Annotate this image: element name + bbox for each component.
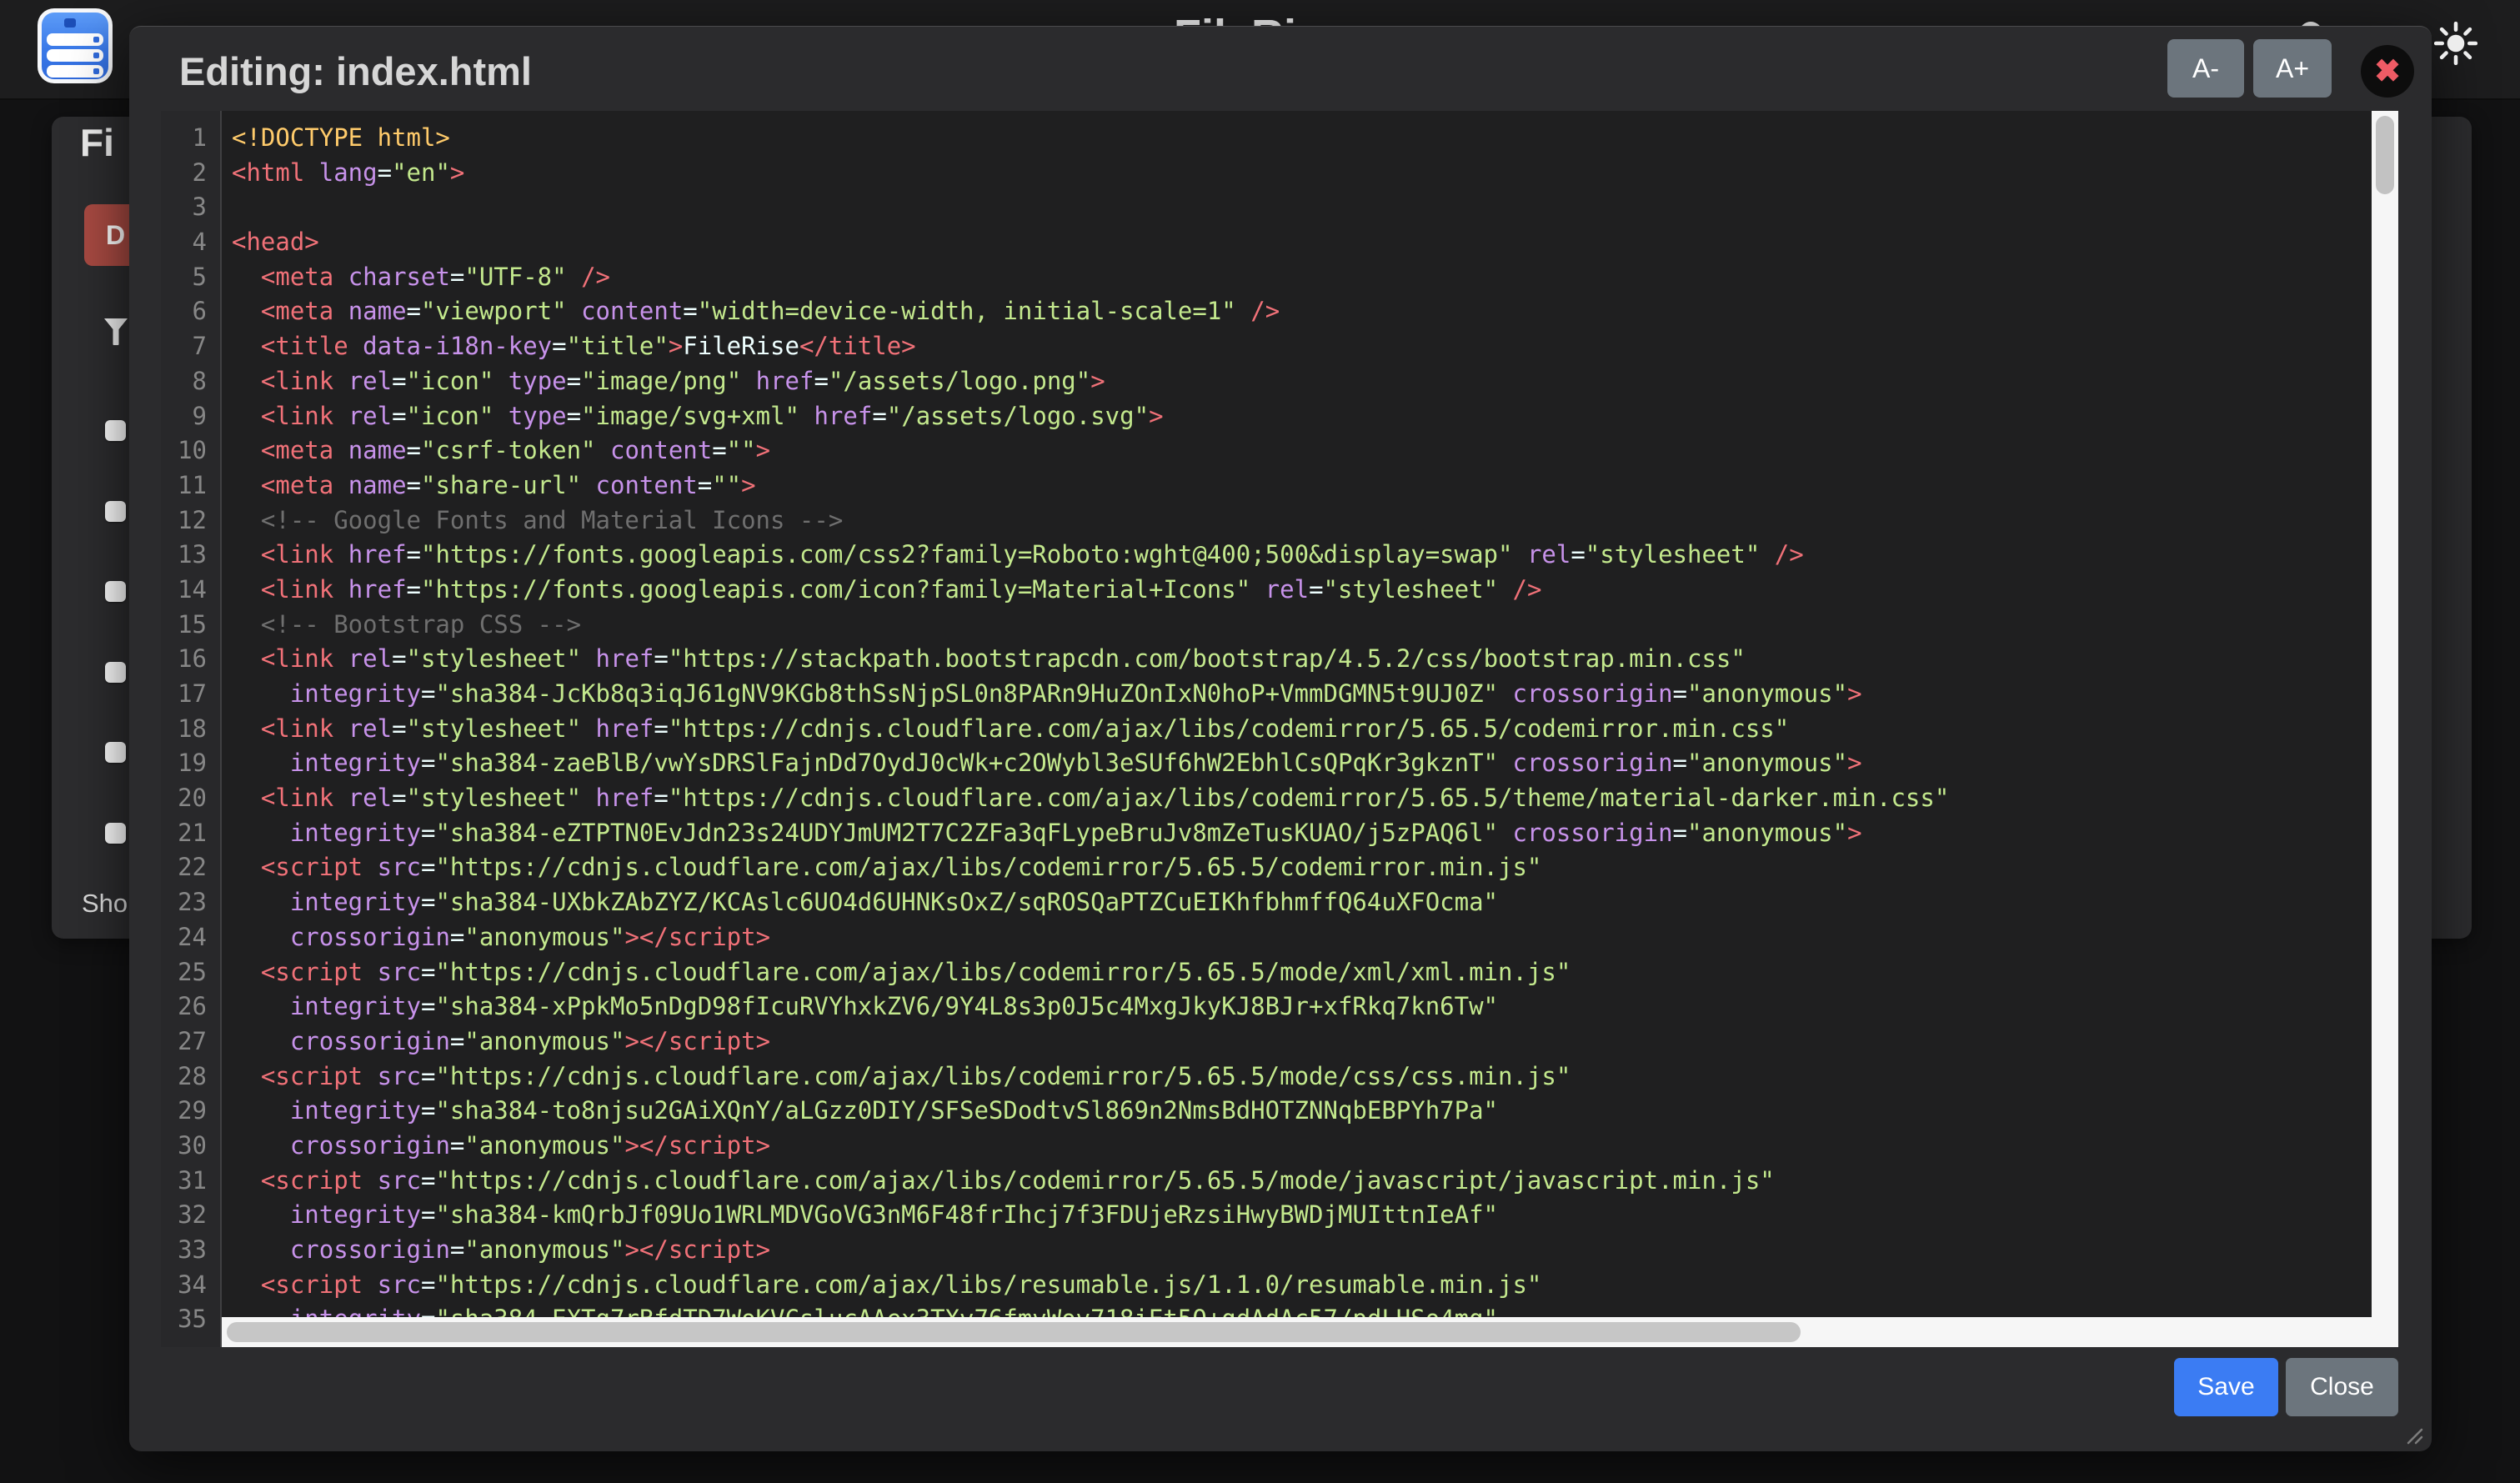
line-number: 12 (161, 504, 222, 539)
code-line: 25 <script src="https://cdnjs.cloudflare… (161, 955, 2398, 990)
code-line: 7 <title data-i18n-key="title">FileRise<… (161, 329, 2398, 364)
logo-dot (64, 18, 76, 28)
show-entries-label: Sho (82, 889, 128, 919)
code-line: 12 <!-- Google Fonts and Material Icons … (161, 504, 2398, 539)
filerise-logo-icon[interactable] (38, 8, 113, 83)
code-line: 29 integrity="sha384-to8njsu2GAiXQnY/aLG… (161, 1094, 2398, 1129)
code-line: 16 <link rel="stylesheet" href="https://… (161, 642, 2398, 677)
line-number: 18 (161, 712, 222, 747)
line-number: 33 (161, 1233, 222, 1268)
line-number: 25 (161, 955, 222, 990)
line-number: 9 (161, 399, 222, 434)
code-line: 23 integrity="sha384-UXbkZAbZYZ/KCAslc6U… (161, 885, 2398, 920)
line-number: 19 (161, 746, 222, 781)
filter-funnel-icon[interactable] (104, 318, 128, 345)
decrease-font-button[interactable]: A- (2167, 39, 2244, 98)
resize-handle[interactable] (2400, 1421, 2423, 1445)
code-line: 10 <meta name="csrf-token" content=""> (161, 433, 2398, 468)
line-number: 28 (161, 1060, 222, 1095)
line-number: 22 (161, 850, 222, 885)
horizontal-scrollbar[interactable] (222, 1317, 2372, 1347)
line-number: 21 (161, 816, 222, 851)
line-number: 24 (161, 920, 222, 955)
code-line: 21 integrity="sha384-eZTPTN0EvJdn23s24UD… (161, 816, 2398, 851)
edit-file-modal: Editing: index.html A- A+ ✖ 1<!DOCTYPE h… (129, 26, 2432, 1451)
line-number: 34 (161, 1268, 222, 1303)
scrollbar-corner (2372, 1317, 2398, 1347)
code-line: 19 integrity="sha384-zaeBlB/vwYsDRSlFajn… (161, 746, 2398, 781)
line-number: 2 (161, 156, 222, 191)
code-line: 17 integrity="sha384-JcKb8q3iqJ61gNV9KGb… (161, 677, 2398, 712)
code-line: 18 <link rel="stylesheet" href="https://… (161, 712, 2398, 747)
code-line: 20 <link rel="stylesheet" href="https://… (161, 781, 2398, 816)
vertical-scrollbar-thumb[interactable] (2376, 116, 2394, 194)
code-editor[interactable]: 1<!DOCTYPE html>2<html lang="en">34<head… (161, 111, 2398, 1347)
line-number: 27 (161, 1025, 222, 1060)
line-number: 11 (161, 468, 222, 504)
file-list-heading: Fi (80, 120, 114, 165)
line-number: 20 (161, 781, 222, 816)
line-number: 29 (161, 1094, 222, 1129)
code-line: 33 crossorigin="anonymous"></script> (161, 1233, 2398, 1268)
line-number: 31 (161, 1164, 222, 1199)
code-line: 14 <link href="https://fonts.googleapis.… (161, 573, 2398, 608)
horizontal-scrollbar-thumb[interactable] (227, 1322, 1801, 1342)
code-line: 1<!DOCTYPE html> (161, 121, 2398, 156)
code-line: 2<html lang="en"> (161, 156, 2398, 191)
line-number: 4 (161, 225, 222, 260)
code-line: 24 crossorigin="anonymous"></script> (161, 920, 2398, 955)
line-number: 1 (161, 121, 222, 156)
save-button[interactable]: Save (2174, 1358, 2278, 1416)
code-line: 15 <!-- Bootstrap CSS --> (161, 608, 2398, 643)
close-button[interactable]: Close (2286, 1358, 2398, 1416)
file-row-checkbox[interactable] (105, 662, 126, 683)
file-row-checkbox[interactable] (105, 501, 126, 522)
code-line: 32 integrity="sha384-kmQrbJf09Uo1WRLMDVG… (161, 1198, 2398, 1233)
line-number: 6 (161, 294, 222, 329)
line-number: 35 (161, 1302, 222, 1337)
file-row-checkbox[interactable] (105, 420, 126, 441)
line-number: 3 (161, 190, 222, 225)
code-line: 28 <script src="https://cdnjs.cloudflare… (161, 1060, 2398, 1095)
line-number: 26 (161, 990, 222, 1025)
line-number: 15 (161, 608, 222, 643)
line-number: 16 (161, 642, 222, 677)
line-number: 32 (161, 1198, 222, 1233)
line-number: 13 (161, 538, 222, 573)
code-line: 8 <link rel="icon" type="image/png" href… (161, 364, 2398, 399)
code-line: 9 <link rel="icon" type="image/svg+xml" … (161, 399, 2398, 434)
code-line: 30 crossorigin="anonymous"></script> (161, 1129, 2398, 1164)
code-line: 13 <link href="https://fonts.googleapis.… (161, 538, 2398, 573)
line-number: 17 (161, 677, 222, 712)
code-lines: 1<!DOCTYPE html>2<html lang="en">34<head… (161, 121, 2398, 1337)
code-line: 3 (161, 190, 2398, 225)
code-line: 27 crossorigin="anonymous"></script> (161, 1025, 2398, 1060)
file-row-checkbox[interactable] (105, 823, 126, 844)
line-number: 8 (161, 364, 222, 399)
code-line: 26 integrity="sha384-xPpkMo5nDgD98fIcuRV… (161, 990, 2398, 1025)
code-line: 4<head> (161, 225, 2398, 260)
code-line: 6 <meta name="viewport" content="width=d… (161, 294, 2398, 329)
close-icon[interactable]: ✖ (2361, 45, 2414, 98)
code-line: 34 <script src="https://cdnjs.cloudflare… (161, 1268, 2398, 1303)
file-row-checkbox[interactable] (105, 742, 126, 763)
line-number: 14 (161, 573, 222, 608)
increase-font-button[interactable]: A+ (2253, 39, 2332, 98)
code-line: 31 <script src="https://cdnjs.cloudflare… (161, 1164, 2398, 1199)
code-line: 5 <meta charset="UTF-8" /> (161, 260, 2398, 295)
filerise-app: FileRise Fi D Sho Editing: index.html A-… (0, 0, 2520, 1483)
light-mode-toggle-sun-icon[interactable] (2434, 22, 2477, 65)
line-number: 30 (161, 1129, 222, 1164)
code-line: 11 <meta name="share-url" content=""> (161, 468, 2398, 504)
file-row-checkbox[interactable] (105, 581, 126, 602)
line-number: 23 (161, 885, 222, 920)
line-number: 10 (161, 433, 222, 468)
line-number: 5 (161, 260, 222, 295)
code-line: 22 <script src="https://cdnjs.cloudflare… (161, 850, 2398, 885)
modal-title: Editing: index.html (179, 48, 532, 94)
vertical-scrollbar[interactable] (2372, 111, 2398, 1347)
line-number: 7 (161, 329, 222, 364)
